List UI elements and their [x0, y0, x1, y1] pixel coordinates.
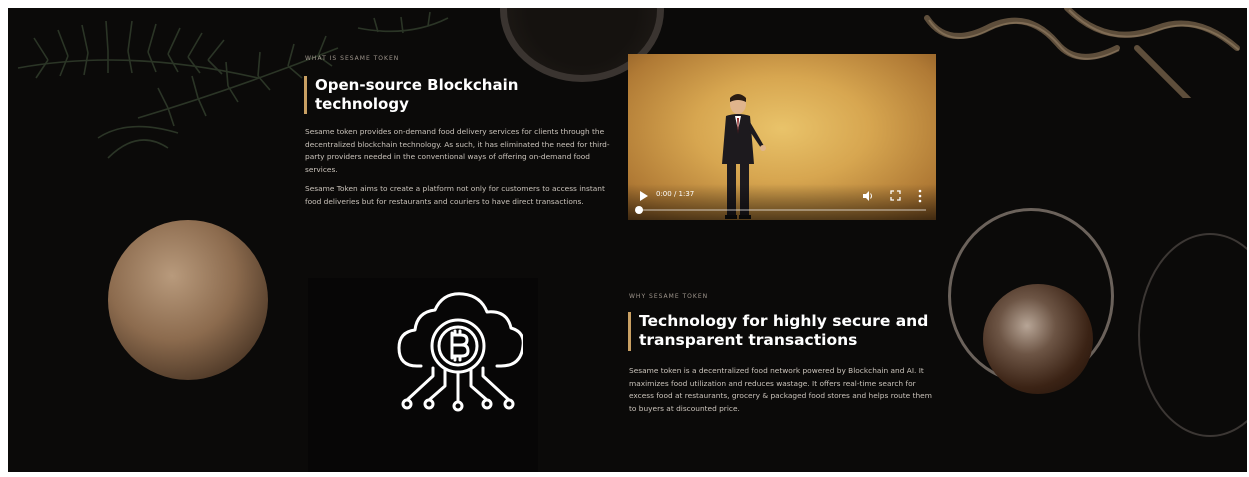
video-player[interactable]: 0:00 / 1:37 [628, 54, 936, 220]
section-title-line: technology [315, 94, 409, 113]
section-title-line: Technology for highly secure and [639, 312, 929, 330]
section-title-line: transparent transactions [639, 331, 858, 350]
video-time: 0:00 / 1:37 [656, 190, 695, 198]
section-paragraph: Sesame Token aims to create a platform n… [305, 184, 605, 206]
section-title: Open-source Blockchain technology [304, 76, 585, 114]
section-title: Technology for highly secure and transpa… [628, 312, 939, 351]
bitcoin-cloud-icon [397, 292, 523, 412]
video-scrubber-handle[interactable] [635, 206, 643, 214]
section-eyebrow: WHY SESAME TOKEN [629, 293, 709, 300]
section-paragraph: Sesame token is a decentralized food net… [629, 366, 932, 413]
section-paragraph: Sesame token provides on-demand food del… [305, 127, 610, 174]
section-eyebrow: WHAT IS SESAME TOKEN [305, 55, 400, 62]
rope-decoration [924, 8, 1240, 98]
cookie-decoration [108, 220, 268, 380]
hero-section: WHAT IS SESAME TOKEN Open-source Blockch… [8, 8, 1247, 472]
teapot-decoration [983, 284, 1093, 394]
more-options-icon[interactable] [918, 189, 922, 203]
volume-icon[interactable] [862, 190, 874, 202]
section-title-line: Open-source Blockchain [315, 76, 519, 94]
fullscreen-icon[interactable] [890, 190, 901, 201]
play-icon[interactable] [640, 191, 648, 201]
plate-decoration [1138, 233, 1247, 437]
video-controls: 0:00 / 1:37 [628, 184, 936, 220]
video-progress-track[interactable] [638, 209, 926, 211]
